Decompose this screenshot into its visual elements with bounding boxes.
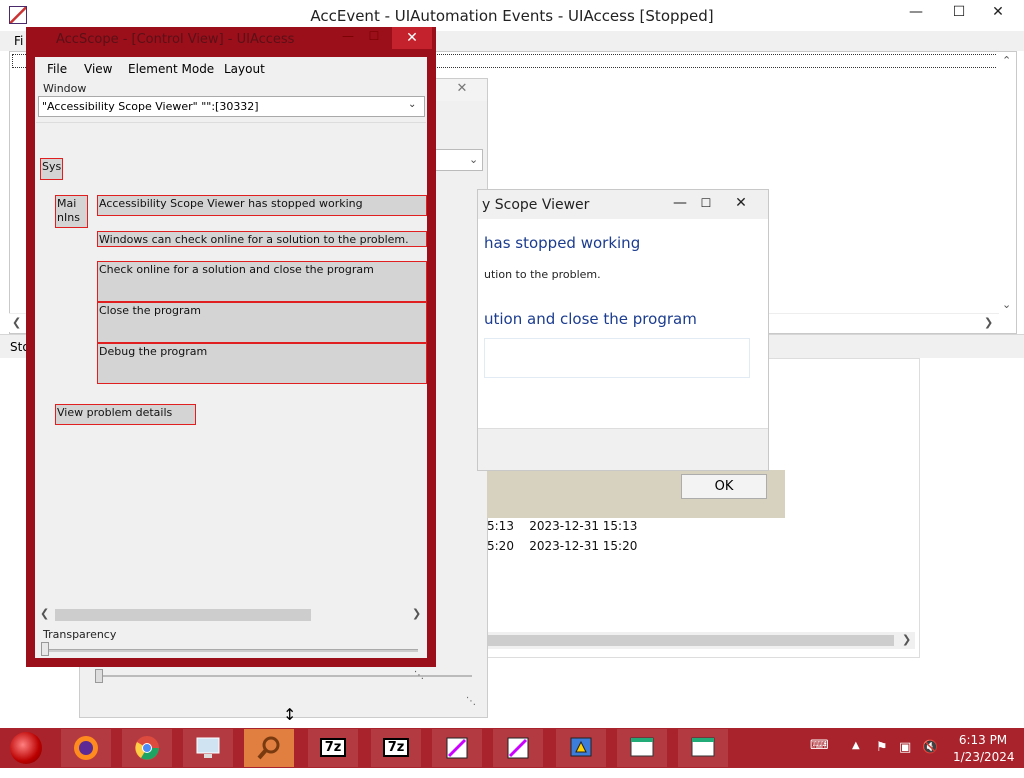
accscope-client-area: File View Element Mode Layout Window "Ac…	[35, 57, 427, 681]
accscope-icon[interactable]	[556, 729, 606, 767]
chevron-down-icon[interactable]: ⌄	[408, 99, 416, 110]
window-select-value: "Accessibility Scope Viewer" "":[30332]	[42, 100, 259, 113]
event-time: 5:13	[487, 519, 514, 533]
menu-element-mode[interactable]: Element Mode	[128, 62, 214, 76]
accevent-icon[interactable]	[432, 729, 482, 767]
close-icon[interactable]: ✕	[727, 193, 755, 215]
error-subtext: ution to the problem.	[484, 268, 601, 281]
taskbar: 7z 7z ⌨ ▲ ⚑ ▣ 🔇 6:13 PM 1/23/2024	[0, 728, 1024, 768]
scroll-up-icon[interactable]: ⌃	[1002, 54, 1011, 67]
clock-date[interactable]: 1/23/2024	[953, 750, 1015, 764]
transparency-slider-track[interactable]	[44, 649, 418, 652]
menu-file[interactable]: Fi	[14, 34, 23, 48]
error-dialog-title: y Scope Viewer	[482, 197, 590, 213]
scroll-right-icon[interactable]: ❯	[412, 607, 421, 620]
event-time: 5:20	[487, 539, 514, 553]
maximize-icon[interactable]: ☐	[362, 29, 386, 43]
error-headline: has stopped working	[484, 234, 641, 252]
keyboard-icon[interactable]: ⌨	[810, 738, 829, 753]
menu-view[interactable]: View	[84, 62, 112, 76]
close-icon[interactable]: ✕	[984, 2, 1012, 24]
element-stopped-working[interactable]: Accessibility Scope Viewer has stopped w…	[97, 195, 427, 216]
close-icon[interactable]: ✕	[450, 81, 474, 96]
minimize-icon[interactable]: —	[902, 2, 930, 24]
maximize-icon[interactable]: ☐	[692, 193, 720, 215]
error-dialog[interactable]: y Scope Viewer — ☐ ✕ has stopped working…	[477, 189, 769, 471]
close-icon[interactable]: ✕	[392, 27, 432, 49]
resize-cursor-icon: ↕	[283, 705, 297, 724]
scroll-left-icon[interactable]: ❮	[12, 316, 21, 329]
seven-zip-label: 7z	[319, 738, 347, 757]
window-label: Window	[43, 82, 87, 95]
scroll-down-icon[interactable]: ⌄	[1002, 298, 1011, 311]
accevent-icon[interactable]	[493, 729, 543, 767]
show-hidden-icons-chevron-icon[interactable]: ▲	[852, 740, 860, 751]
search-icon[interactable]	[244, 729, 294, 767]
chrome-icon[interactable]	[122, 729, 172, 767]
accscope-horizontal-scrollbar[interactable]: ❮ ❯	[37, 606, 425, 624]
start-orb-icon[interactable]	[10, 732, 42, 764]
accscope-window[interactable]: AccScope - [Control View] - UIAccess — ☐…	[26, 27, 436, 681]
minimize-icon[interactable]: —	[336, 29, 360, 43]
element-main-instructions[interactable]: Mai nIns	[55, 195, 88, 228]
list-item[interactable]: 5:13 2023-12-31 15:13	[487, 519, 637, 533]
window-icon[interactable]	[678, 729, 728, 767]
event-timestamp: 2023-12-31 15:13	[529, 519, 638, 533]
chevron-down-icon[interactable]: ⌄	[469, 153, 478, 166]
menu-layout[interactable]: Layout	[224, 62, 265, 76]
monitor-icon[interactable]	[183, 729, 233, 767]
error-dialog-footer	[478, 428, 768, 470]
accevent-title: AccEvent - UIAutomation Events - UIAcces…	[310, 7, 714, 25]
resize-grip-icon[interactable]: ⋱	[414, 670, 424, 681]
element-check-online[interactable]: Check online for a solution and close th…	[97, 261, 427, 302]
element-close-program[interactable]: Close the program	[97, 302, 427, 343]
minimize-icon[interactable]: —	[666, 193, 694, 215]
close-program-option[interactable]	[484, 338, 750, 378]
event-timestamp: 2023-12-31 15:20	[529, 539, 638, 553]
event-list-hscroll[interactable]: ❯	[470, 632, 915, 649]
menu-file[interactable]: File	[47, 62, 67, 76]
maximize-icon[interactable]: ☐	[945, 2, 973, 24]
seven-zip-button[interactable]: 7z	[308, 729, 358, 767]
transparency-label: Transparency	[43, 628, 117, 641]
scroll-thumb[interactable]	[55, 609, 311, 621]
accevent-vertical-scrollbar[interactable]: ⌃ ⌄	[997, 52, 1016, 317]
resize-grip-icon[interactable]: ⋱	[466, 696, 478, 708]
element-debug-program[interactable]: Debug the program	[97, 343, 427, 384]
clock-time[interactable]: 6:13 PM	[953, 733, 1013, 747]
background-slider-thumb[interactable]	[95, 669, 103, 683]
scroll-left-icon[interactable]: ❮	[40, 607, 49, 620]
accscope-title: AccScope - [Control View] - UIAccess	[56, 32, 295, 47]
element-sys[interactable]: Sys	[40, 158, 63, 180]
check-online-option[interactable]: ution and close the program	[484, 310, 697, 328]
transparency-slider-thumb[interactable]	[41, 642, 49, 656]
scroll-right-icon[interactable]: ❯	[984, 316, 993, 329]
element-windows-can-check[interactable]: Windows can check online for a solution …	[97, 231, 427, 247]
network-icon[interactable]: ▣	[899, 740, 911, 755]
accscope-menubar: File View Element Mode Layout	[35, 57, 427, 81]
window-select[interactable]: "Accessibility Scope Viewer" "":[30332] …	[38, 96, 425, 117]
scroll-right-icon[interactable]: ❯	[902, 633, 911, 646]
seven-zip-button[interactable]: 7z	[371, 729, 421, 767]
list-item[interactable]: 5:20 2023-12-31 15:20	[487, 539, 637, 553]
seven-zip-label: 7z	[382, 738, 410, 757]
ok-button[interactable]: OK	[681, 474, 767, 499]
element-view-problem-details[interactable]: View problem details	[55, 404, 196, 425]
flag-icon[interactable]: ⚑	[876, 740, 888, 755]
window-icon[interactable]	[617, 729, 667, 767]
scroll-thumb[interactable]	[488, 635, 894, 646]
element-tree-view[interactable]: Sys Mai nIns Accessibility Scope Viewer …	[36, 122, 427, 606]
volume-muted-icon[interactable]: 🔇	[922, 740, 938, 755]
firefox-icon[interactable]	[61, 729, 111, 767]
